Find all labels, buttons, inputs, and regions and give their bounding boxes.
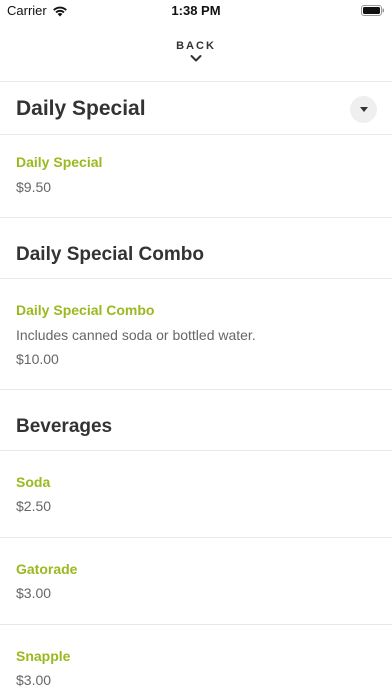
battery-icon xyxy=(361,5,384,16)
back-button[interactable]: BACK xyxy=(0,36,392,82)
status-bar: Carrier 1:38 PM xyxy=(0,0,392,22)
menu-item[interactable]: Daily Special $9.50 xyxy=(0,135,392,217)
item-price: $10.00 xyxy=(16,351,59,367)
item-price: $3.00 xyxy=(16,672,52,688)
item-name: Soda xyxy=(16,474,51,490)
menu-item[interactable]: Daily Special Combo Includes canned soda… xyxy=(0,279,392,389)
section-title-daily-special: Daily Special xyxy=(16,97,146,120)
item-price: $2.50 xyxy=(16,498,52,514)
divider xyxy=(0,389,392,390)
item-name: Gatorade xyxy=(16,561,78,577)
divider xyxy=(0,81,392,82)
section-title-beverages: Beverages xyxy=(16,416,113,437)
status-time: 1:38 PM xyxy=(171,3,221,18)
menu-item[interactable]: Snapple $3.00 xyxy=(0,625,392,696)
back-label: BACK xyxy=(176,40,216,52)
chevron-down-icon xyxy=(190,55,202,62)
item-description: Includes canned soda or bottled water. xyxy=(16,327,256,343)
divider xyxy=(0,217,392,218)
item-name: Daily Special Combo xyxy=(16,302,155,318)
caret-down-icon xyxy=(359,107,368,112)
menu-item[interactable]: Gatorade $3.00 xyxy=(0,538,392,624)
menu-item[interactable]: Soda $2.50 xyxy=(0,451,392,537)
item-price: $9.50 xyxy=(16,179,52,195)
item-name: Daily Special xyxy=(16,154,103,170)
item-price: $3.00 xyxy=(16,585,52,601)
item-name: Snapple xyxy=(16,648,71,664)
section-title-daily-special-combo: Daily Special Combo xyxy=(16,244,204,265)
section-toggle-button[interactable] xyxy=(350,96,377,123)
